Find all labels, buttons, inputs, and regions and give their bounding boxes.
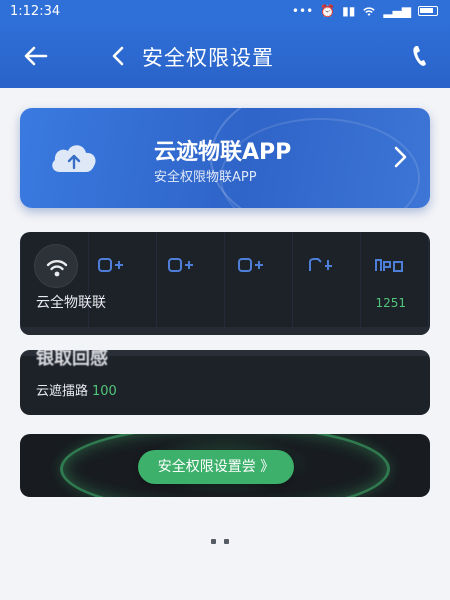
page-dot xyxy=(224,539,229,544)
content-area: 云迹物联APP 安全权限物联APP 云全物联联 1251 银取回感 云遮擂路 1… xyxy=(0,88,450,600)
page-indicator xyxy=(211,539,229,544)
port-icon xyxy=(238,258,263,272)
battery-icon xyxy=(418,6,438,16)
status-bar: 1:12:34 ••• ⏰ ▮▮ ▂▄▆ xyxy=(0,0,450,26)
app-name: 云迹物联APP xyxy=(154,140,292,165)
status-panel[interactable]: 银取回感 云遮擂路 100 xyxy=(20,350,430,415)
page-dot xyxy=(211,539,216,544)
wifi-button[interactable] xyxy=(34,244,78,288)
status-label: 云遮擂路 100 xyxy=(36,380,117,399)
network-value: 1251 xyxy=(375,296,406,310)
status-time: 1:12:34 xyxy=(10,4,61,19)
phone-icon[interactable] xyxy=(408,42,430,70)
chevron-left-icon[interactable] xyxy=(105,40,131,72)
port-icon xyxy=(168,258,193,272)
panel-strip xyxy=(20,327,430,335)
network-panel[interactable]: 云全物联联 1251 xyxy=(20,232,430,335)
network-label: 云全物联联 xyxy=(36,295,106,311)
status-title: 银取回感 xyxy=(36,350,108,369)
app-bar: 安全权限设置 xyxy=(0,26,450,88)
cloud-upload-icon xyxy=(52,145,96,172)
page-title: 安全权限设置 xyxy=(142,46,274,70)
port-icon xyxy=(98,258,123,272)
signal-icon: ▮▮ xyxy=(342,4,356,18)
app-card[interactable]: 云迹物联APP 安全权限物联APP xyxy=(20,108,430,208)
security-panel: 安全权限设置尝 》 xyxy=(20,434,430,497)
signal-port-icon xyxy=(309,258,332,271)
back-arrow-icon[interactable] xyxy=(20,40,52,72)
cell-signal-icon: ▂▄▆ xyxy=(383,4,411,18)
security-settings-button[interactable]: 安全权限设置尝 》 xyxy=(138,450,294,484)
app-subtitle: 安全权限物联APP xyxy=(154,170,257,185)
chevron-right-icon[interactable] xyxy=(390,142,410,172)
status-label-text: 云遮擂路 xyxy=(36,384,89,399)
notification-dots-icon: ••• xyxy=(291,4,314,18)
alarm-icon: ⏰ xyxy=(320,4,336,18)
status-count: 100 xyxy=(92,384,117,399)
wifi-status-icon xyxy=(363,6,376,16)
wifi-icon xyxy=(46,260,68,277)
router-port-icon xyxy=(375,259,403,272)
panel-grid-background xyxy=(20,232,430,335)
status-icons: ••• ⏰ ▮▮ ▂▄▆ xyxy=(292,4,438,18)
